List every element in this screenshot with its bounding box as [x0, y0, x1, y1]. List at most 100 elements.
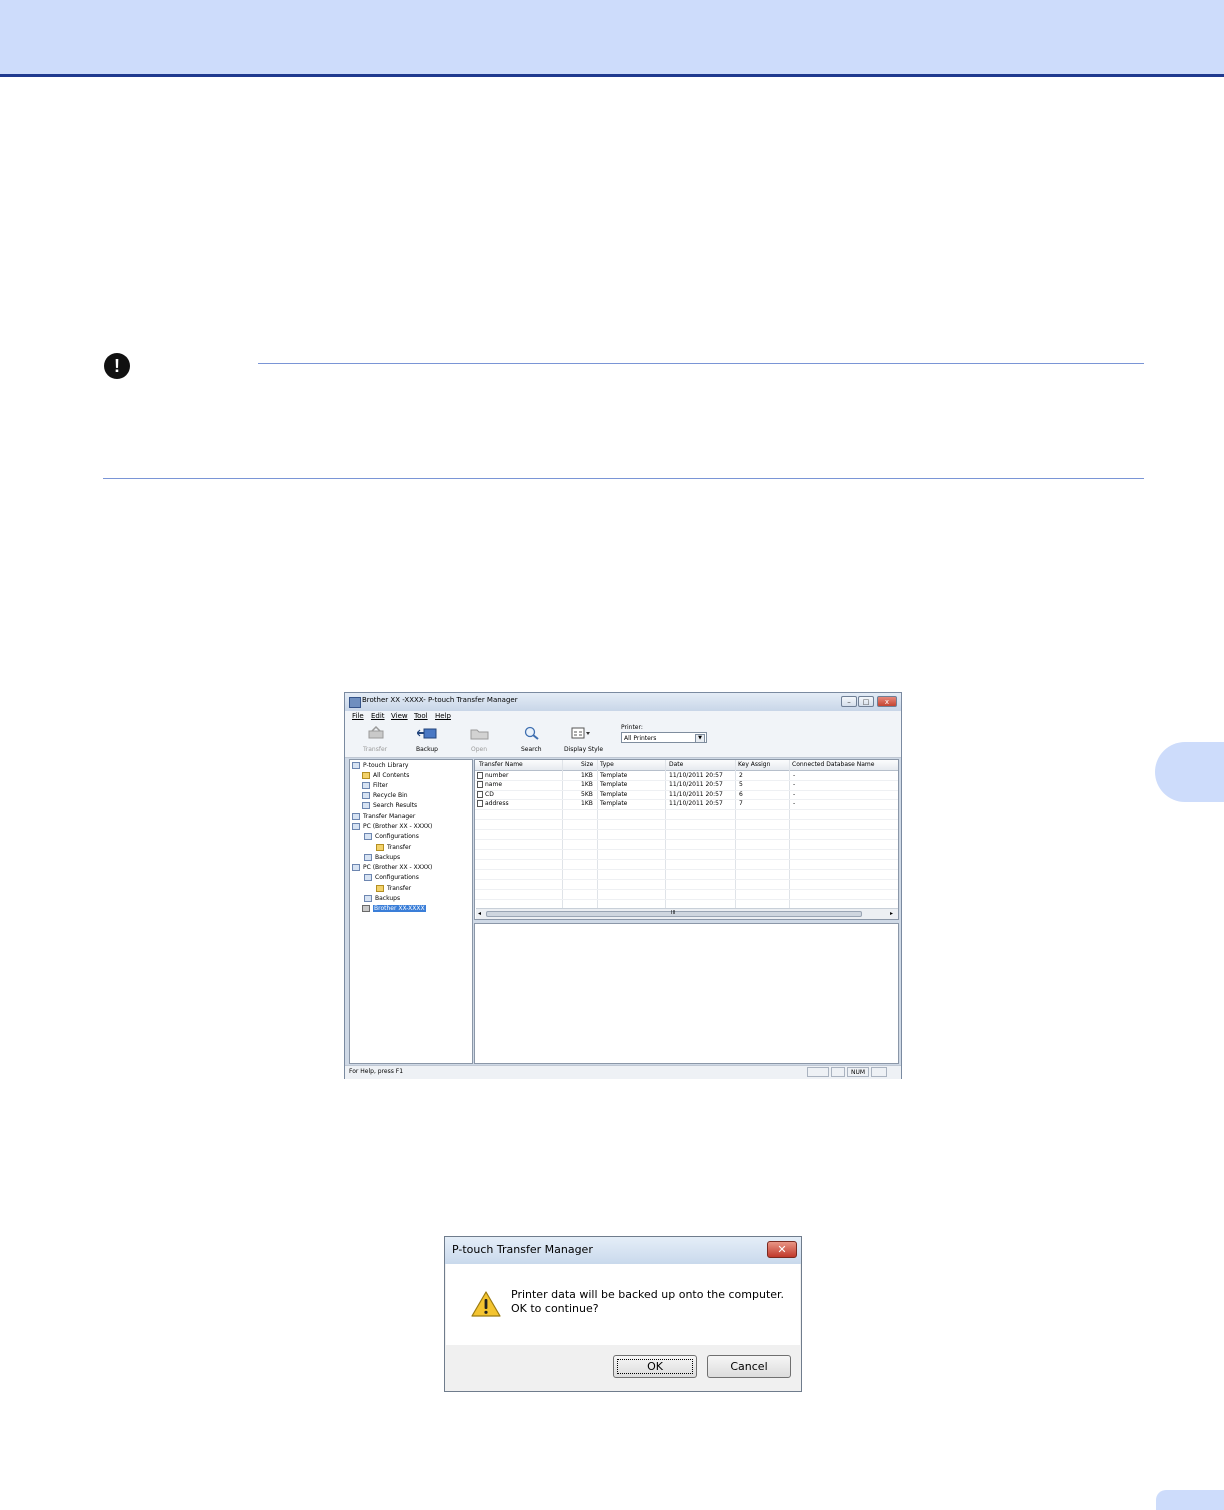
search-label: Search: [521, 746, 542, 753]
table-row[interactable]: address 1KB Template 11/10/2011 20:57 7 …: [475, 800, 898, 810]
tree-item-label: P-touch Library: [363, 762, 409, 769]
page-header-band: [0, 0, 1224, 74]
open-label: Open: [471, 746, 488, 753]
minimize-button[interactable]: –: [841, 696, 857, 707]
page-header-rule: [0, 74, 1224, 77]
display-style-icon[interactable]: [571, 726, 591, 740]
tree-item-recycle-bin[interactable]: Recycle Bin: [362, 791, 408, 801]
printer-select[interactable]: All Printers ▼: [621, 732, 707, 743]
cell-database: -: [793, 800, 796, 807]
scroll-right-arrow[interactable]: ▸: [890, 910, 893, 917]
menu-file[interactable]: File: [352, 712, 364, 720]
cell-text: CD: [485, 791, 494, 798]
tree-item-filter[interactable]: Filter: [362, 781, 388, 791]
row-divider: [475, 879, 898, 880]
printer-icon: [362, 905, 370, 912]
cell-database: -: [793, 772, 796, 779]
cell-text: name: [485, 781, 503, 788]
menu-edit[interactable]: Edit: [371, 712, 385, 720]
tree-item-search-results[interactable]: Search Results: [362, 801, 417, 811]
warning-icon: [471, 1291, 501, 1317]
computer-icon: [352, 864, 360, 871]
template-file-icon: [477, 772, 483, 779]
tree-item-all-contents[interactable]: All Contents: [362, 771, 409, 781]
tree-item-transfer[interactable]: Transfer: [376, 884, 411, 894]
ok-button[interactable]: OK: [613, 1355, 697, 1378]
cell-text: number: [485, 772, 509, 779]
tree-item-transfer-manager[interactable]: Transfer Manager: [352, 812, 415, 822]
app-icon: [349, 697, 361, 708]
tree-item-configurations[interactable]: Configurations: [364, 832, 419, 842]
tree-item-label: Backups: [375, 895, 401, 902]
template-file-icon: [477, 791, 483, 798]
dialog-title: P-touch Transfer Manager: [452, 1243, 593, 1256]
cell-date: 11/10/2011 20:57: [669, 800, 723, 807]
transfer-icon[interactable]: [366, 726, 386, 740]
menu-help[interactable]: Help: [435, 712, 451, 720]
chevron-down-icon[interactable]: ▼: [695, 734, 705, 743]
cell-date: 11/10/2011 20:57: [669, 791, 723, 798]
cancel-button[interactable]: Cancel: [707, 1355, 791, 1378]
cell-type: Template: [600, 781, 628, 788]
row-divider: [475, 859, 898, 860]
cell-size: 1KB: [581, 800, 593, 807]
cancel-button-label: Cancel: [730, 1360, 768, 1373]
cell-size: 1KB: [581, 772, 593, 779]
tree-item-label: Transfer Manager: [363, 813, 416, 820]
menu-view[interactable]: View: [391, 712, 408, 720]
computer-icon: [352, 823, 360, 830]
tree-item-configurations[interactable]: Configurations: [364, 873, 419, 883]
tree-item-ptouch-library[interactable]: P-touch Library: [352, 761, 408, 771]
template-file-icon: [477, 800, 483, 807]
close-button[interactable]: x: [877, 696, 897, 707]
status-indicator: [831, 1067, 845, 1077]
focus-ring: [617, 1359, 693, 1374]
search-icon[interactable]: [522, 726, 542, 740]
cell-database: -: [793, 781, 796, 788]
tree-item-label: Brother XX-XXXX: [373, 905, 426, 912]
filter-icon: [362, 782, 370, 789]
tree-item-transfer[interactable]: Transfer: [376, 843, 411, 853]
dialog-titlebar: P-touch Transfer Manager ✕: [445, 1237, 801, 1264]
row-divider: [475, 849, 898, 850]
column-date[interactable]: Date: [669, 761, 683, 768]
close-button[interactable]: ✕: [767, 1241, 797, 1258]
cell-date: 11/10/2011 20:57: [669, 772, 723, 779]
transfer-list: Transfer Name Size Type Date Key Assign …: [474, 759, 899, 920]
preview-pane: [474, 923, 899, 1064]
column-size[interactable]: Size: [581, 761, 593, 768]
tree-item-backups[interactable]: Backups: [364, 853, 400, 863]
status-text: For Help, press F1: [349, 1068, 404, 1075]
tree-item-label: Configurations: [375, 833, 419, 840]
status-indicator: [871, 1067, 887, 1077]
tree-item-label: Transfer: [387, 844, 412, 851]
row-divider: [475, 889, 898, 890]
menu-tool[interactable]: Tool: [414, 712, 428, 720]
tree-item-pc[interactable]: PC (Brother XX - XXXX): [352, 822, 432, 832]
tree-item-label: PC (Brother XX - XXXX): [363, 823, 433, 830]
scrollbar-thumb[interactable]: III: [486, 910, 862, 917]
horizontal-scrollbar[interactable]: ◂ III ▸: [476, 908, 898, 919]
column-connected-database-name[interactable]: Connected Database Name: [792, 761, 874, 768]
row-divider: [475, 869, 898, 870]
tree-item-pc[interactable]: PC (Brother XX - XXXX): [352, 863, 432, 873]
library-icon: [352, 762, 360, 769]
template-file-icon: [477, 781, 483, 788]
open-icon[interactable]: [470, 726, 490, 740]
configurations-icon: [364, 833, 372, 840]
cell-text: address: [485, 800, 509, 807]
tree-item-printer[interactable]: Brother XX-XXXX: [362, 904, 426, 914]
tree-item-backups[interactable]: Backups: [364, 894, 400, 904]
dialog-message-line2: OK to continue?: [511, 1302, 599, 1315]
scroll-left-arrow[interactable]: ◂: [478, 910, 481, 917]
transfer-manager-icon: [352, 813, 360, 820]
column-transfer-name[interactable]: Transfer Name: [479, 761, 523, 768]
tree-item-label: Backups: [375, 854, 401, 861]
maximize-button[interactable]: □: [858, 696, 874, 707]
table-row[interactable]: number 1KB Template 11/10/2011 20:57 2 -: [475, 771, 898, 781]
cell-database: -: [793, 791, 796, 798]
column-type[interactable]: Type: [600, 761, 614, 768]
backup-icon[interactable]: [417, 726, 437, 740]
table-row[interactable]: CD 5KB Template 11/10/2011 20:57 6 -: [475, 790, 898, 800]
column-key-assign[interactable]: Key Assign: [738, 761, 770, 768]
